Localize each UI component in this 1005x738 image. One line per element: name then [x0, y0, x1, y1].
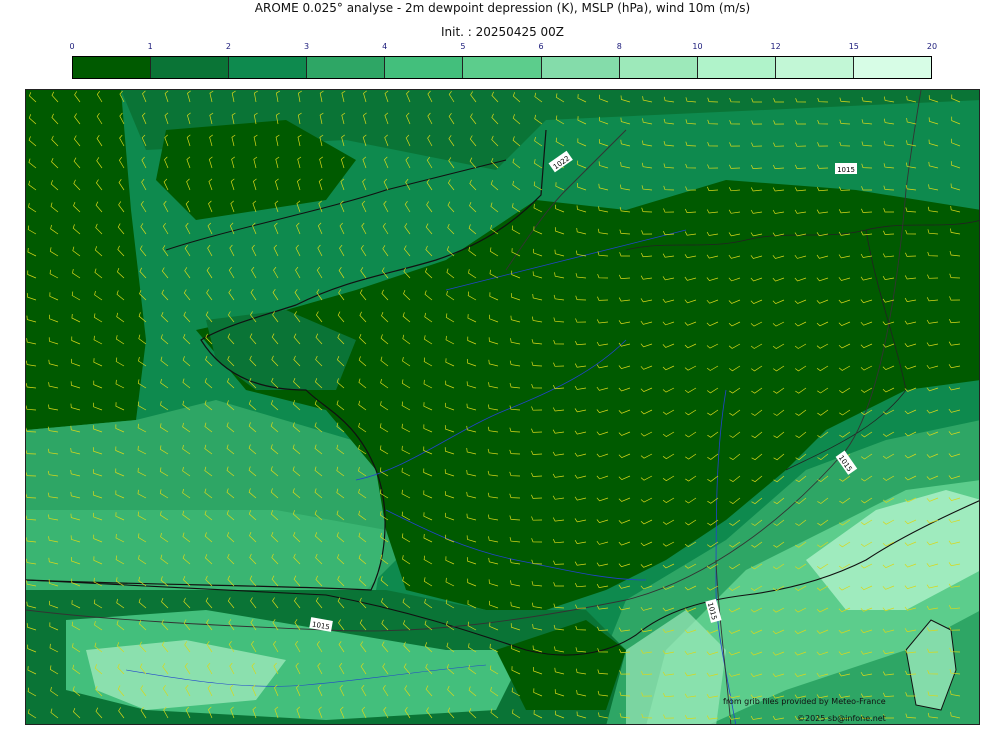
- colorbar-tick-label: 0: [69, 42, 75, 51]
- colorbar-segment: [73, 57, 152, 78]
- colorbar-segment: [697, 57, 776, 78]
- map-panel: 1022 1015 1015 1015 1015: [25, 89, 980, 725]
- colorbar-tick-label: 3: [303, 42, 310, 51]
- colorbar-segment: [385, 57, 464, 78]
- isobar-label-1015-ne: 1015: [835, 163, 857, 174]
- data-credit: from grib files provided by Meteo-France: [723, 697, 886, 706]
- colorbar-tick-label: 8: [616, 42, 622, 51]
- colorbar-tick-label: 5: [460, 42, 466, 51]
- colorbar-segment: [307, 57, 386, 78]
- colorbar-tick-label: 4: [382, 42, 388, 51]
- colorbar-tick-label: 2: [225, 42, 231, 51]
- colorbar-segment: [229, 57, 308, 78]
- colorbar-segment: [853, 57, 932, 78]
- colorbar-segment: [151, 57, 230, 78]
- colorbar-segment: [619, 57, 698, 78]
- colorbar-tick-label: 10: [692, 42, 703, 51]
- colorbar-tick-label: 12: [770, 42, 781, 51]
- init-time-label: Init. : 20250425 00Z: [440, 25, 565, 39]
- colorbar-segment: [775, 57, 854, 78]
- biscay-lighter-region: [26, 510, 386, 590]
- colorbar: [72, 56, 932, 79]
- colorbar-segment: [541, 57, 620, 78]
- colorbar-tick-label: 20: [926, 42, 938, 51]
- svg-text:1015: 1015: [837, 166, 855, 174]
- colorbar-tick-label: 15: [848, 42, 859, 51]
- colorbar-tick-label: 1: [147, 42, 153, 51]
- chart-title: AROME 0.025° analyse - 2m dewpoint depre…: [254, 1, 751, 15]
- map-svg: 1022 1015 1015 1015 1015: [26, 90, 979, 724]
- colorbar-segment: [463, 57, 542, 78]
- colorbar-tick-label: 6: [538, 42, 544, 51]
- copyright-credit: ©2025 sb@infone.net: [797, 714, 886, 723]
